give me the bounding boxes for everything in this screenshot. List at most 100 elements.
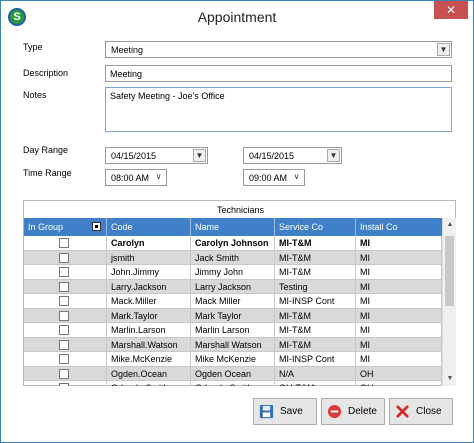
in-group-checkbox[interactable] bbox=[59, 238, 69, 248]
chevron-down-icon[interactable]: ▼ bbox=[437, 43, 450, 56]
cell-in-group bbox=[24, 337, 107, 352]
cell-in-group bbox=[24, 236, 107, 250]
cell-code: jsmith bbox=[107, 250, 191, 265]
cell-service-co: MI-T&M bbox=[275, 323, 356, 337]
cell-name: Carolyn Johnson bbox=[191, 236, 275, 250]
cell-code: Mark.Taylor bbox=[107, 308, 191, 323]
cell-code: Larry.Jackson bbox=[107, 279, 191, 294]
cell-in-group bbox=[24, 366, 107, 381]
cell-in-group bbox=[24, 323, 107, 337]
cell-install-co: OH bbox=[356, 366, 442, 381]
time-end-select[interactable]: 09:00 AM ∨ bbox=[243, 169, 305, 186]
table-row[interactable]: Marshall.Watson Marshall Watson MI-T&M MI bbox=[24, 337, 442, 352]
cell-in-group bbox=[24, 381, 107, 386]
column-name[interactable]: Name bbox=[191, 218, 275, 236]
close-label: Close bbox=[416, 406, 442, 417]
column-in-group-label: In Group bbox=[28, 222, 64, 232]
day-start-picker[interactable]: 04/15/2015 ▼ bbox=[105, 147, 208, 164]
cell-install-co: MI bbox=[356, 236, 442, 250]
cell-install-co: MI bbox=[356, 352, 442, 366]
time-range-label: Time Range bbox=[23, 168, 72, 178]
description-label: Description bbox=[23, 68, 69, 78]
cell-code: Mack.Miller bbox=[107, 294, 191, 308]
in-group-checkbox[interactable] bbox=[59, 368, 69, 379]
table-row[interactable]: Marlin.Larson Marlin Larson MI-T&M MI bbox=[24, 323, 442, 338]
day-end-value: 04/15/2015 bbox=[249, 151, 295, 161]
table-row[interactable]: Mike.McKenzie Mike McKenzie MI-INSP Cont MI bbox=[24, 352, 442, 367]
close-button[interactable]: Close bbox=[389, 398, 453, 425]
technicians-grid: In Group Code Name Service Co Install Co… bbox=[24, 218, 442, 386]
cell-name: Jimmy John bbox=[191, 265, 275, 279]
day-end-picker[interactable]: 04/15/2015 ▼ bbox=[243, 147, 342, 164]
cell-name: Marshall Watson bbox=[191, 337, 275, 352]
description-value: Meeting bbox=[110, 69, 143, 79]
cell-name: Marlin Larson bbox=[191, 323, 275, 337]
cell-in-group bbox=[24, 279, 107, 294]
grid-header: In Group Code Name Service Co Install Co bbox=[24, 218, 442, 236]
in-group-checkbox[interactable] bbox=[59, 252, 69, 263]
in-group-checkbox[interactable] bbox=[59, 281, 69, 292]
in-group-checkbox[interactable] bbox=[59, 354, 69, 364]
delete-circle-icon bbox=[327, 404, 342, 419]
type-label: Type bbox=[23, 42, 43, 52]
chevron-down-icon[interactable]: ▼ bbox=[327, 149, 340, 162]
cell-install-co: MI bbox=[356, 308, 442, 323]
notes-value: Safety Meeting - Joe's Office bbox=[110, 91, 225, 101]
cell-service-co: MI-T&M bbox=[275, 236, 356, 250]
table-row[interactable]: Carolyn Carolyn Johnson MI-T&M MI bbox=[24, 236, 442, 251]
technicians-title: Technicians bbox=[216, 205, 265, 215]
delete-button[interactable]: Delete bbox=[321, 398, 385, 425]
in-group-checkbox[interactable] bbox=[59, 339, 69, 350]
in-group-checkbox[interactable] bbox=[59, 310, 69, 321]
column-code[interactable]: Code bbox=[107, 218, 191, 236]
cell-service-co: N/A bbox=[275, 366, 356, 381]
cell-service-co: MI-T&M bbox=[275, 265, 356, 279]
day-range-label: Day Range bbox=[23, 145, 69, 155]
cell-name: Mike McKenzie bbox=[191, 352, 275, 366]
delete-label: Delete bbox=[348, 406, 377, 417]
cell-name: Orlando Smith bbox=[191, 381, 275, 386]
description-field[interactable]: Meeting bbox=[105, 65, 452, 82]
chevron-down-icon[interactable]: ∨ bbox=[152, 171, 165, 184]
save-button[interactable]: Save bbox=[253, 398, 317, 425]
cell-service-co: Testing bbox=[275, 279, 356, 294]
cell-in-group bbox=[24, 265, 107, 279]
table-row[interactable]: Mark.Taylor Mark Taylor MI-T&M MI bbox=[24, 308, 442, 323]
select-all-checkbox[interactable] bbox=[92, 222, 101, 231]
window-close-button[interactable]: ✕ bbox=[434, 1, 468, 19]
column-install-co[interactable]: Install Co bbox=[356, 218, 442, 236]
day-start-value: 04/15/2015 bbox=[111, 151, 157, 161]
in-group-checkbox[interactable] bbox=[59, 325, 69, 335]
table-row[interactable]: Mack.Miller Mack Miller MI-INSP Cont MI bbox=[24, 294, 442, 309]
table-row[interactable]: John.Jimmy Jimmy John MI-T&M MI bbox=[24, 265, 442, 280]
cell-install-co: MI bbox=[356, 337, 442, 352]
title-bar: S Appointment ✕ bbox=[1, 1, 473, 31]
scroll-up-icon[interactable]: ▲ bbox=[443, 218, 457, 232]
cell-code: John.Jimmy bbox=[107, 265, 191, 279]
time-start-value: 08:00 AM bbox=[111, 173, 150, 183]
table-row[interactable]: jsmith Jack Smith MI-T&M MI bbox=[24, 250, 442, 265]
chevron-down-icon[interactable]: ▼ bbox=[193, 149, 206, 162]
scroll-down-icon[interactable]: ▼ bbox=[443, 372, 457, 386]
grid-scrollbar[interactable]: ▲ ▼ bbox=[442, 218, 456, 386]
column-in-group[interactable]: In Group bbox=[24, 218, 107, 236]
table-row[interactable]: Orlando.SmithOrlando SmithOH-T&MOH bbox=[24, 381, 442, 386]
table-row[interactable]: Larry.Jackson Larry Jackson Testing MI bbox=[24, 279, 442, 294]
save-disk-icon bbox=[259, 404, 274, 419]
close-x-icon bbox=[396, 405, 409, 418]
table-row[interactable]: Ogden.Ocean Ogden Ocean N/A OH bbox=[24, 366, 442, 381]
column-service-co[interactable]: Service Co bbox=[275, 218, 356, 236]
notes-label: Notes bbox=[23, 90, 47, 100]
in-group-checkbox[interactable] bbox=[59, 296, 69, 306]
in-group-checkbox[interactable] bbox=[59, 383, 69, 386]
cell-name: Larry Jackson bbox=[191, 279, 275, 294]
type-select[interactable]: Meeting ▼ bbox=[105, 41, 452, 58]
scroll-thumb[interactable] bbox=[445, 236, 454, 306]
notes-field[interactable]: Safety Meeting - Joe's Office bbox=[105, 87, 452, 132]
cell-code: Carolyn bbox=[107, 236, 191, 250]
cell-install-co: MI bbox=[356, 279, 442, 294]
cell-service-co: MI-INSP Cont bbox=[275, 294, 356, 308]
time-start-select[interactable]: 08:00 AM ∨ bbox=[105, 169, 167, 186]
in-group-checkbox[interactable] bbox=[59, 267, 69, 277]
chevron-down-icon[interactable]: ∨ bbox=[290, 171, 303, 184]
